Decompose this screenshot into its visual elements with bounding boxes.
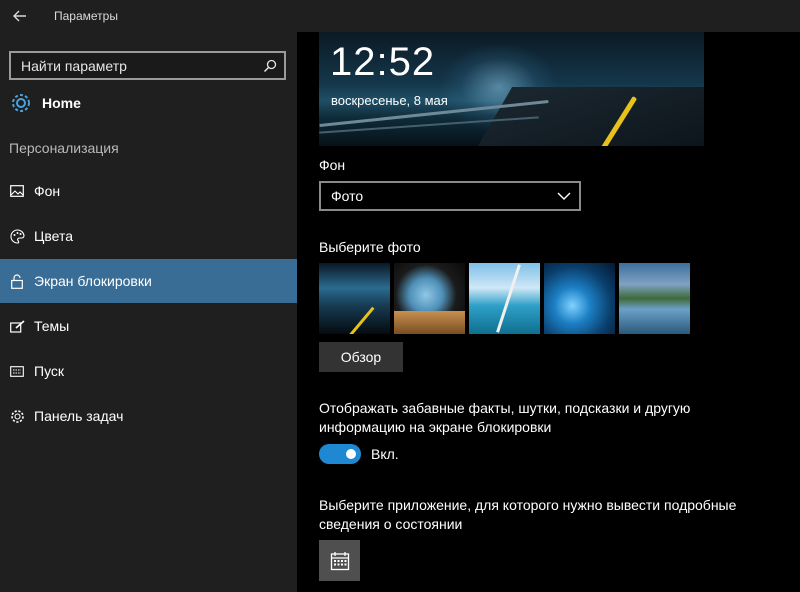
- dropdown-value: Фото: [331, 188, 364, 204]
- back-arrow-icon: [13, 10, 26, 22]
- search-input[interactable]: Найти параметр: [9, 51, 286, 80]
- chevron-down-icon: [557, 192, 571, 200]
- photo-thumbnail[interactable]: [544, 263, 615, 334]
- search-icon[interactable]: [263, 59, 277, 73]
- sidebar-item-label: Экран блокировки: [34, 273, 152, 289]
- main-content: 12:52 воскресенье, 8 мая Фон Фото Выбери…: [297, 32, 800, 592]
- detailed-status-description: Выберите приложение, для которого нужно …: [319, 497, 737, 532]
- gear-icon: [12, 94, 30, 112]
- sidebar-item-label: Панель задач: [34, 408, 124, 424]
- brush-icon: [9, 318, 25, 334]
- choose-photo-label: Выберите фото: [319, 239, 421, 255]
- photo-thumbnail[interactable]: [394, 263, 465, 334]
- sidebar: Найти параметр Home Персонализация Фон Ц…: [0, 32, 297, 592]
- lock-icon: [9, 273, 25, 289]
- fun-facts-toggle[interactable]: [319, 444, 361, 464]
- background-label: Фон: [319, 157, 346, 173]
- sidebar-item-start[interactable]: Пуск: [0, 349, 297, 393]
- home-label: Home: [42, 95, 81, 111]
- lock-screen-preview: 12:52 воскресенье, 8 мая: [319, 32, 704, 146]
- home-link[interactable]: Home: [9, 90, 209, 116]
- preview-date: воскресенье, 8 мая: [331, 93, 448, 108]
- sidebar-item-label: Темы: [34, 318, 70, 334]
- sidebar-item-themes[interactable]: Темы: [0, 304, 297, 348]
- window-title: Параметры: [54, 9, 118, 23]
- sidebar-item-colors[interactable]: Цвета: [0, 214, 297, 258]
- section-title: Персонализация: [9, 140, 119, 156]
- photo-thumbnail[interactable]: [619, 263, 690, 334]
- photo-thumbnail[interactable]: [319, 263, 390, 334]
- preview-time: 12:52: [330, 40, 436, 84]
- photo-thumbnail[interactable]: [469, 263, 540, 334]
- start-icon: [9, 363, 25, 379]
- toggle-state-label: Вкл.: [371, 446, 399, 462]
- back-button[interactable]: [8, 4, 32, 28]
- title-bar: Параметры: [0, 0, 800, 32]
- sidebar-item-background[interactable]: Фон: [0, 169, 297, 213]
- picture-icon: [9, 183, 25, 199]
- browse-button[interactable]: Обзор: [319, 342, 403, 372]
- toggle-knob: [346, 449, 356, 459]
- background-dropdown[interactable]: Фото: [319, 181, 581, 211]
- sidebar-item-label: Пуск: [34, 363, 65, 379]
- detailed-status-app-button[interactable]: [319, 540, 360, 581]
- fun-facts-description: Отображать забавные факты, шутки, подска…: [319, 400, 691, 435]
- calendar-icon: [330, 551, 349, 570]
- palette-icon: [9, 228, 25, 244]
- search-placeholder: Найти параметр: [21, 58, 127, 74]
- sidebar-item-label: Цвета: [34, 228, 73, 244]
- sidebar-item-taskbar[interactable]: Панель задач: [0, 394, 297, 438]
- sidebar-item-label: Фон: [34, 183, 61, 199]
- photo-thumbnails: [319, 263, 690, 334]
- gear-icon: [9, 408, 25, 424]
- sidebar-item-lock-screen[interactable]: Экран блокировки: [0, 259, 297, 303]
